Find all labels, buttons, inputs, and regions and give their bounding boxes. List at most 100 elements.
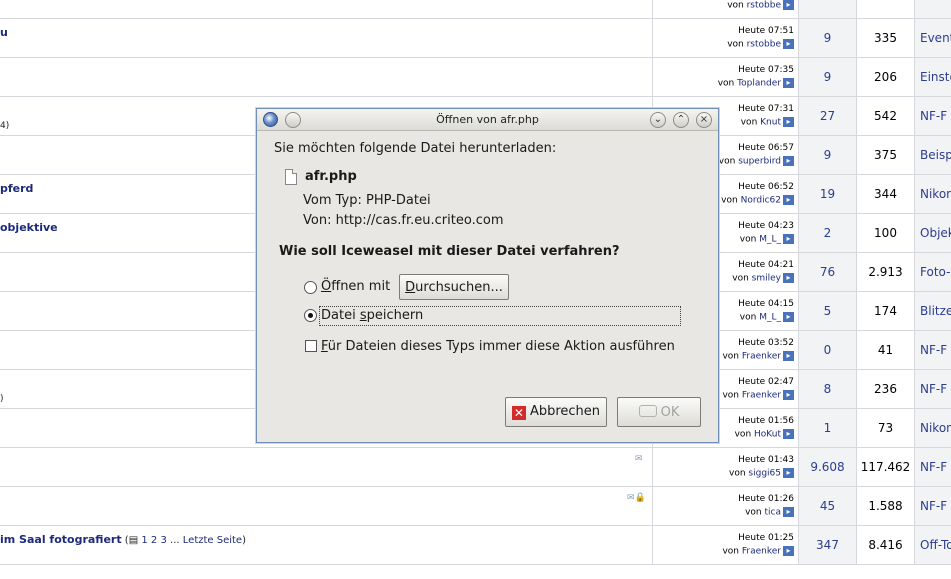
replies-count[interactable]: 2 [799,226,856,240]
last-post-time: Heute 04:15 [738,299,794,309]
go-to-post-icon[interactable]: ▸ [783,39,794,49]
replies-count[interactable]: 9 [799,70,856,84]
forum-link[interactable]: NF-F [915,343,951,357]
go-to-post-icon[interactable]: ▸ [783,156,794,166]
replies-count[interactable]: 0 [799,343,856,357]
go-to-post-icon[interactable]: ▸ [783,351,794,361]
forum-link[interactable]: Event [915,31,951,45]
close-button[interactable]: × [696,112,712,128]
replies-count[interactable]: 76 [799,265,856,279]
forum-link[interactable]: NF-F [915,382,951,396]
maximize-button[interactable]: ⌃ [673,112,689,128]
views-cell: 344 [856,175,914,213]
views-cell: 1.588 [856,487,914,525]
go-to-post-icon[interactable]: ▸ [783,78,794,88]
topic-title-text[interactable]: pferd [0,182,33,195]
replies-count[interactable]: 45 [799,499,856,513]
last-post-time: Heute 01:43 [738,455,794,465]
replies-count[interactable]: 9 [799,31,856,45]
author-link[interactable]: siggi65 [748,469,781,479]
file-icon [285,169,297,185]
always-do-this-checkbox[interactable] [305,340,317,352]
author-link[interactable]: rstobbe [747,40,781,50]
views-count: 206 [874,70,897,84]
go-to-post-icon[interactable]: ▸ [783,507,794,517]
page-link[interactable]: 2 [151,535,157,546]
forum-link[interactable]: Foto-F [915,265,951,279]
replies-count[interactable]: 19 [799,187,856,201]
go-to-post-icon[interactable]: ▸ [783,117,794,127]
topic-title-link[interactable]: objektive [0,221,58,234]
forum-link[interactable]: Einste [915,70,951,84]
replies-count[interactable]: 9 [799,148,856,162]
forum-link[interactable]: Blitzer [915,304,951,318]
forum-cell: Nikon [914,409,951,447]
forum-link[interactable]: Nikon [915,421,951,435]
author-link[interactable]: Fraenker [742,352,781,362]
replies-count[interactable]: 9.608 [799,460,856,474]
open-with-radio[interactable] [304,281,317,294]
views-count: 73 [877,421,894,435]
go-to-post-icon[interactable]: ▸ [783,195,794,205]
forum-link[interactable]: Off-To [915,538,951,552]
topic-cell: im Saal fotografiert (▤ 1 2 3 ... Letzte… [0,526,652,564]
author-link[interactable]: Fraenker [742,547,781,557]
browse-button[interactable]: Durchsuchen... [399,274,509,300]
topic-title-link[interactable]: u [0,26,8,39]
von-label: von [745,507,762,518]
topic-title-text[interactable]: u [0,26,8,39]
always-do-this-label[interactable]: Für Dateien dieses Typs immer diese Akti… [321,339,675,354]
replies-cell: 2 [798,214,856,252]
forum-link[interactable]: NF-F [915,499,951,513]
author-link[interactable]: Knut [760,118,781,128]
author-link[interactable]: Fraenker [742,391,781,401]
open-with-label[interactable]: Öffnen mit [321,279,390,294]
replies-count[interactable]: 1 [799,421,856,435]
author-link[interactable]: tica [765,508,782,518]
replies-count[interactable]: 5 [799,304,856,318]
author-link[interactable]: M_L_ [759,235,781,245]
dialog-titlebar[interactable]: Öffnen von afr.php ⌄ ⌃ × [257,109,718,131]
author-link[interactable]: M_L_ [759,313,781,323]
save-file-label[interactable]: Datei speichern [321,308,423,323]
replies-count[interactable]: 8 [799,382,856,396]
go-to-post-icon[interactable]: ▸ [783,546,794,556]
cancel-button[interactable]: ✕ Abbrechen [505,397,607,427]
author-link[interactable]: superbird [738,157,781,167]
forum-link[interactable]: Objek [915,226,951,240]
go-to-post-icon[interactable]: ▸ [783,429,794,439]
page-link[interactable]: 1 [141,535,147,546]
topic-title-text[interactable]: im Saal fotografiert [0,533,122,546]
replies-count[interactable]: 347 [799,538,856,552]
forum-link[interactable]: NF-F [915,460,951,474]
topic-title-text[interactable]: objektive [0,221,58,234]
author-link[interactable]: Nordic62 [741,196,781,206]
forum-link[interactable]: NF-F [915,109,951,123]
go-to-post-icon[interactable]: ▸ [783,0,794,10]
replies-cell: 347 [798,526,856,564]
replies-count[interactable]: 27 [799,109,856,123]
replies-cell [798,0,856,18]
ok-button[interactable]: OK [617,397,701,427]
author-link[interactable]: HoKut [754,430,781,440]
save-file-radio[interactable] [304,309,317,322]
last-post-author: von tica ▸ [745,507,794,518]
author-link[interactable]: Toplander [737,79,781,89]
page-link[interactable]: 3 [160,535,166,546]
forum-link[interactable]: Nikon [915,187,951,201]
minimize-button[interactable]: ⌄ [650,112,666,128]
go-to-post-icon[interactable]: ▸ [783,234,794,244]
topic-cell: u [0,19,652,57]
forum-cell: NF-F [914,487,951,525]
go-to-post-icon[interactable]: ▸ [783,390,794,400]
go-to-post-icon[interactable]: ▸ [783,468,794,478]
author-link[interactable]: rstobbe [747,1,781,11]
topic-title-link[interactable]: pferd [0,182,33,195]
topic-title-link[interactable]: im Saal fotografiert (▤ 1 2 3 ... Letzte… [0,533,246,546]
forum-link[interactable]: Beisp [915,148,951,162]
author-link[interactable]: smiley [752,274,781,284]
last-post-time: Heute 04:23 [738,221,794,231]
last-page-link[interactable]: Letzte Seite [183,535,242,546]
go-to-post-icon[interactable]: ▸ [783,273,794,283]
go-to-post-icon[interactable]: ▸ [783,312,794,322]
